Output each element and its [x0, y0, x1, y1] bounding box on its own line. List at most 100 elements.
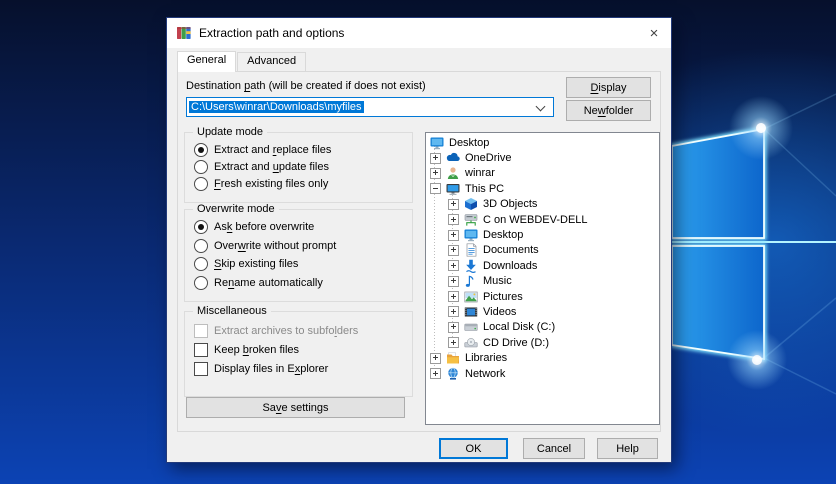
- tree-item-c-on-webdev-dell[interactable]: C on WEBDEV-DELL: [426, 212, 659, 227]
- tree-item-label: Pictures: [483, 290, 523, 303]
- computer-icon: [446, 182, 460, 196]
- close-button[interactable]: ×: [637, 18, 671, 48]
- miscellaneous-group-title: Miscellaneous: [193, 305, 271, 317]
- radio-selected-icon[interactable]: [194, 220, 208, 234]
- general-tab-page: Destination path (will be created if doe…: [177, 71, 661, 432]
- destination-path-value: C:\Users\winrar\Downloads\myfiles: [189, 101, 364, 113]
- videos-icon: [464, 305, 478, 319]
- tree-item-onedrive[interactable]: OneDrive: [426, 150, 659, 165]
- destination-path-combobox[interactable]: C:\Users\winrar\Downloads\myfiles: [186, 97, 554, 117]
- tree-item-label: Videos: [483, 305, 517, 318]
- tree-item-this-pc[interactable]: This PC: [426, 181, 659, 196]
- tab-advanced[interactable]: Advanced: [237, 52, 307, 71]
- option-label: Extract and update files: [214, 161, 329, 173]
- tree-item-desktop[interactable]: Desktop: [426, 135, 659, 150]
- 3d-objects-icon: [464, 197, 478, 211]
- chevron-down-icon[interactable]: [535, 101, 546, 112]
- radio-icon[interactable]: [194, 160, 208, 174]
- tree-item-network[interactable]: Network: [426, 366, 659, 381]
- title-bar: Extraction path and options ×: [167, 18, 671, 48]
- option-label: Keep broken files: [214, 344, 300, 356]
- expander-plus-icon[interactable]: [430, 167, 441, 179]
- expander-plus-icon[interactable]: [448, 260, 459, 272]
- expander-minus-icon[interactable]: [430, 183, 441, 195]
- radio-ask-before-overwrite[interactable]: Ask before overwrite: [194, 220, 314, 234]
- expander-plus-icon[interactable]: [448, 321, 459, 333]
- option-label: Skip existing files: [214, 258, 299, 270]
- new-folder-button[interactable]: Ne w folder: [566, 100, 651, 121]
- checkbox-icon[interactable]: [194, 343, 208, 357]
- music-icon: [464, 274, 478, 288]
- tree-item-label: 3D Objects: [483, 198, 538, 211]
- tree-item-pictures[interactable]: Pictures: [426, 289, 659, 304]
- radio-extract-and-replace-files[interactable]: Extract and replace files: [194, 143, 331, 157]
- expander-plus-icon[interactable]: [448, 275, 459, 287]
- overwrite-mode-group: Overwrite mode Ask before overwrite Overw…: [184, 203, 413, 302]
- tree-item-label: Libraries: [465, 352, 508, 365]
- display-button[interactable]: Display: [566, 77, 651, 98]
- downloads-icon: [464, 259, 478, 273]
- option-label: Extract archives to subfolders: [214, 325, 359, 337]
- expander-plus-icon[interactable]: [448, 337, 459, 349]
- checkbox-display-files-in-explorer[interactable]: Display files in Explorer: [194, 362, 328, 376]
- radio-extract-and-update-files[interactable]: Extract and update files: [194, 160, 329, 174]
- tree-item-local-disk-c[interactable]: Local Disk (C:): [426, 320, 659, 335]
- libraries-icon: [446, 351, 460, 365]
- tree-item-libraries[interactable]: Libraries: [426, 350, 659, 365]
- tree-item-desktop[interactable]: Desktop: [426, 227, 659, 242]
- radio-skip-existing-files[interactable]: Skip existing files: [194, 257, 298, 271]
- expander-plus-icon[interactable]: [448, 198, 459, 210]
- expander-plus-icon[interactable]: [430, 352, 441, 364]
- radio-icon[interactable]: [194, 238, 208, 253]
- winrar-icon: [176, 25, 192, 41]
- user-icon: [446, 166, 460, 180]
- tree-item-label: Desktop: [483, 229, 524, 242]
- tab-strip: General Advanced: [177, 51, 661, 72]
- expander-plus-icon[interactable]: [448, 214, 459, 226]
- tree-item-label: winrar: [465, 167, 495, 180]
- tree-item-cd-drive-d[interactable]: CD Drive (D:): [426, 335, 659, 350]
- network-drive-icon: [464, 213, 478, 227]
- radio-selected-icon[interactable]: [194, 143, 208, 157]
- option-label: Overwrite without prompt: [214, 239, 337, 252]
- overwrite-mode-group-title: Overwrite mode: [193, 203, 279, 215]
- tree-item-3d-objects[interactable]: 3D Objects: [426, 197, 659, 212]
- expander-plus-icon[interactable]: [448, 291, 459, 303]
- checkbox-keep-broken-files[interactable]: Keep broken files: [194, 343, 299, 357]
- cd-drive-icon: [464, 336, 478, 350]
- onedrive-icon: [446, 151, 460, 165]
- tree-item-label: CD Drive (D:): [483, 336, 549, 349]
- radio-icon[interactable]: [194, 257, 208, 271]
- radio-overwrite-without-prompt[interactable]: Overwrite without prompt: [194, 238, 337, 253]
- checkbox-extract-archives-to-subfolders: Extract archives to subfolders: [194, 324, 358, 338]
- expander-plus-icon[interactable]: [430, 152, 441, 164]
- radio-icon[interactable]: [194, 275, 208, 290]
- tree-item-label: C on WEBDEV-DELL: [483, 213, 588, 226]
- expander-plus-icon[interactable]: [448, 306, 459, 318]
- desktop-icon: [430, 136, 444, 150]
- miscellaneous-group: Miscellaneous Extract archives to subfol…: [184, 305, 413, 397]
- tree-item-label: Network: [465, 367, 506, 380]
- cancel-button[interactable]: Cancel: [523, 438, 585, 459]
- option-label: Fresh existing files only: [214, 178, 329, 190]
- radio-icon[interactable]: [194, 177, 208, 191]
- expander-plus-icon[interactable]: [430, 368, 441, 380]
- tab-general[interactable]: General: [177, 51, 237, 72]
- tree-item-videos[interactable]: Videos: [426, 304, 659, 319]
- tree-item-documents[interactable]: Documents: [426, 243, 659, 258]
- expander-plus-icon[interactable]: [448, 244, 459, 256]
- radio-rename-automatically[interactable]: Rename automatically: [194, 275, 323, 290]
- option-label: Rename automatically: [214, 276, 323, 289]
- checkbox-icon[interactable]: [194, 362, 208, 376]
- tree-item-music[interactable]: Music: [426, 274, 659, 289]
- expander-plus-icon[interactable]: [448, 229, 459, 241]
- ok-button[interactable]: OK: [439, 438, 508, 459]
- checkbox-icon: [194, 324, 208, 338]
- tree-item-winrar[interactable]: winrar: [426, 166, 659, 181]
- help-button[interactable]: Help: [597, 438, 658, 459]
- tree-item-label: Documents: [483, 244, 539, 257]
- save-settings-button[interactable]: Sa v e settings: [186, 397, 405, 418]
- tree-item-downloads[interactable]: Downloads: [426, 258, 659, 273]
- radio-fresh-existing-files-only[interactable]: Fresh existing files only: [194, 177, 328, 191]
- documents-icon: [464, 243, 478, 257]
